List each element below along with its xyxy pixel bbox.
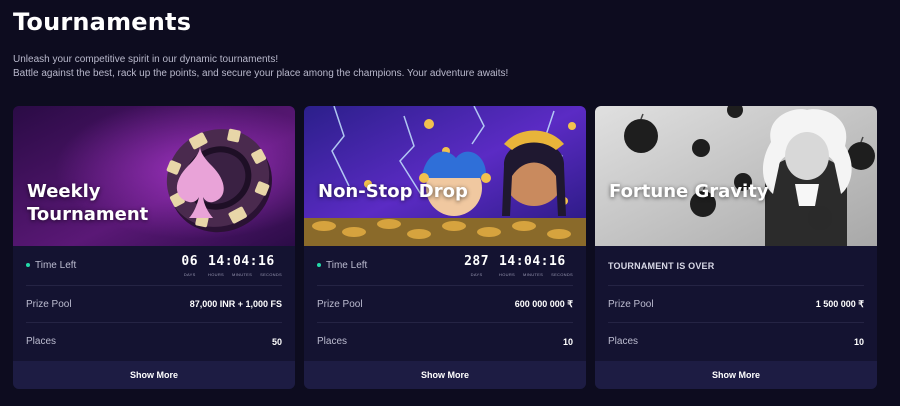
card-body: Time Left 06 DAYS 14:04:16 HOURS MINUTES …	[13, 246, 295, 389]
card-body: TOURNAMENT IS OVER Prize Pool 1 500 000 …	[595, 246, 877, 389]
timer-minutes-label: MINUTES	[523, 272, 544, 277]
live-dot-icon	[317, 263, 321, 268]
timer-hours-label: HOURS	[208, 272, 224, 277]
card-body: Time Left 287 DAYS 14:04:16 HOURS MINUTES…	[304, 246, 586, 389]
timer-seconds-label: SECONDS	[260, 272, 282, 277]
places-value: 10	[562, 336, 573, 347]
prize-pool-label: Prize Pool	[608, 298, 654, 310]
card-title: Fortune Gravity	[609, 181, 769, 202]
places-value: 50	[271, 336, 282, 347]
prize-pool-row: Prize Pool 600 000 000 ₹	[317, 286, 573, 323]
prize-pool-label: Prize Pool	[317, 298, 363, 310]
tournament-card-weekly: Weekly Tournament Time Left 06 DAYS 14:04…	[13, 106, 295, 389]
prize-pool-value: 87,000 INR + 1,000 FS	[189, 299, 282, 309]
timer-days: 06	[181, 254, 199, 269]
page-title: Tournaments	[13, 8, 192, 36]
places-value: 10	[853, 336, 864, 347]
timer-hours-label: HOURS	[499, 272, 515, 277]
banner-non-stop-drop: Non-Stop Drop	[304, 106, 586, 246]
timer-minutes-label: MINUTES	[232, 272, 253, 277]
tournament-card-non-stop-drop: Non-Stop Drop Time Left 287 DAYS 14:04:16…	[304, 106, 586, 389]
places-label: Places	[608, 336, 639, 347]
show-more-button[interactable]: Show More	[13, 361, 295, 389]
non-stop-drop-illustration	[304, 106, 586, 246]
banner-fortune-gravity: Fortune Gravity	[595, 106, 877, 246]
places-row: Places 50	[26, 323, 282, 360]
time-left-label: Time Left	[317, 260, 367, 271]
places-row: Places 10	[608, 323, 864, 360]
prize-pool-label: Prize Pool	[26, 298, 72, 310]
places-label: Places	[317, 336, 348, 347]
tournament-card-fortune-gravity: Fortune Gravity TOURNAMENT IS OVER Prize…	[595, 106, 877, 389]
prize-pool-row: Prize Pool 1 500 000 ₹	[608, 286, 864, 323]
timer-days-label: DAYS	[183, 272, 196, 277]
timer-days-label: DAYS	[470, 272, 483, 277]
show-more-button[interactable]: Show More	[595, 361, 877, 389]
tournament-cards: Weekly Tournament Time Left 06 DAYS 14:04…	[13, 106, 877, 389]
show-more-button[interactable]: Show More	[304, 361, 586, 389]
status-row: TOURNAMENT IS OVER	[608, 246, 864, 286]
countdown-timer: 287 DAYS 14:04:16 HOURS MINUTES SECONDS	[464, 254, 573, 277]
timer-seconds-label: SECONDS	[551, 272, 573, 277]
timer-hms: 14:04:16	[208, 254, 275, 269]
intro-line-1: Unleash your competitive spirit in our d…	[13, 54, 279, 65]
timer-hms: 14:04:16	[499, 254, 566, 269]
timer-days: 287	[464, 254, 490, 269]
fortune-gravity-illustration	[595, 106, 877, 246]
places-label: Places	[26, 336, 57, 347]
intro-text: Unleash your competitive spirit in our d…	[13, 53, 508, 81]
countdown-timer: 06 DAYS 14:04:16 HOURS MINUTES SECONDS	[181, 254, 282, 277]
prize-pool-value: 600 000 000 ₹	[514, 298, 573, 309]
card-title: Weekly Tournament	[27, 181, 149, 225]
banner-weekly: Weekly Tournament	[13, 106, 295, 246]
places-row: Places 10	[317, 323, 573, 360]
intro-line-2: Battle against the best, rack up the poi…	[13, 68, 509, 79]
tournament-over-status: TOURNAMENT IS OVER	[608, 260, 715, 271]
time-left-row: Time Left 06 DAYS 14:04:16 HOURS MINUTES …	[26, 246, 282, 286]
time-left-row: Time Left 287 DAYS 14:04:16 HOURS MINUTES…	[317, 246, 573, 286]
live-dot-icon	[26, 263, 30, 268]
prize-pool-value: 1 500 000 ₹	[815, 298, 864, 309]
prize-pool-row: Prize Pool 87,000 INR + 1,000 FS	[26, 286, 282, 323]
card-title: Non-Stop Drop	[318, 181, 468, 202]
time-left-label: Time Left	[26, 260, 76, 271]
